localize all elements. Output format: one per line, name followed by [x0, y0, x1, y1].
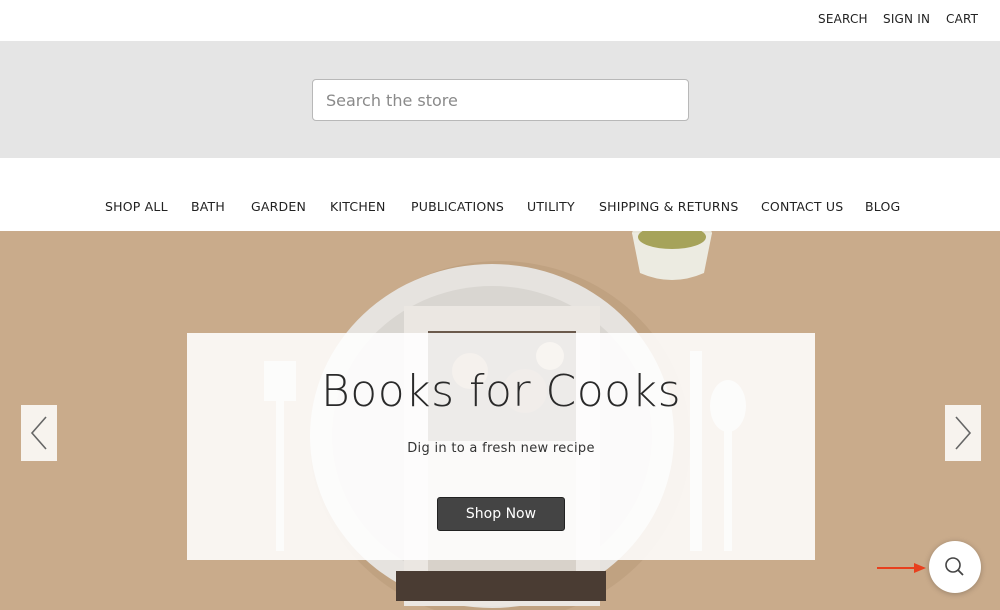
search-band [0, 41, 1000, 158]
hero-carousel: Books for Cooks Dig in to a fresh new re… [0, 231, 1000, 610]
hero-headline: Books for Cooks [321, 366, 681, 417]
hero-subtext: Dig in to a fresh new recipe [407, 441, 595, 456]
search-input[interactable] [312, 79, 689, 121]
nav-item-contact-us[interactable]: CONTACT US [761, 199, 843, 214]
nav-item-garden[interactable]: GARDEN [251, 199, 306, 214]
nav-item-utility[interactable]: UTILITY [527, 199, 575, 214]
nav-item-bath[interactable]: BATH [191, 199, 225, 214]
hero-banner: Books for Cooks Dig in to a fresh new re… [187, 333, 815, 560]
utility-sign-in-link[interactable]: SIGN IN [883, 12, 930, 26]
shop-now-button[interactable]: Shop Now [437, 497, 565, 531]
nav-item-blog[interactable]: BLOG [865, 199, 900, 214]
utility-search-link[interactable]: SEARCH [818, 12, 868, 26]
red-arrow-icon [877, 563, 926, 573]
nav-item-kitchen[interactable]: KITCHEN [330, 199, 386, 214]
floating-search-button[interactable] [929, 541, 981, 593]
nav-item-publications[interactable]: PUBLICATIONS [411, 199, 504, 214]
chevron-right-icon [955, 416, 972, 450]
carousel-prev-button[interactable] [21, 405, 57, 461]
nav-item-shop-all[interactable]: SHOP ALL [105, 199, 168, 214]
carousel-next-button[interactable] [945, 405, 981, 461]
main-navigation: SHOP ALL BATH GARDEN KITCHEN PUBLICATION… [0, 158, 1000, 231]
top-utility-bar: SEARCH SIGN IN CART [0, 0, 1000, 41]
nav-item-shipping-returns[interactable]: SHIPPING & RETURNS [599, 199, 738, 214]
utility-cart-link[interactable]: CART [946, 12, 978, 26]
search-icon [945, 557, 964, 576]
chevron-left-icon [30, 416, 47, 450]
